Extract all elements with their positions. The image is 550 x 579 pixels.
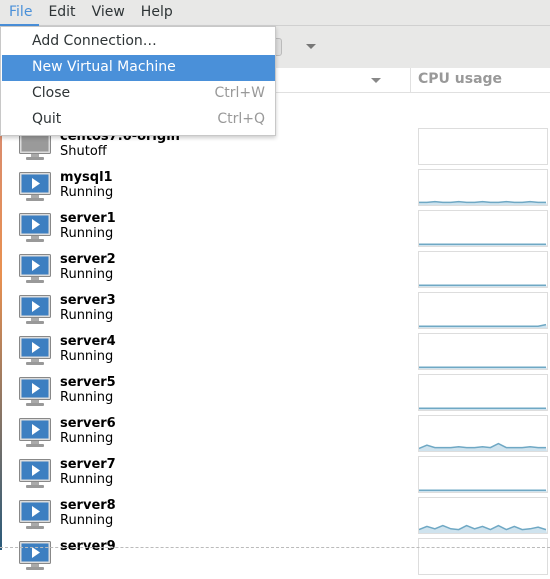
vm-status: Running xyxy=(60,472,114,487)
divider xyxy=(0,547,550,548)
vm-name: server7 xyxy=(60,457,116,472)
vm-name: mysql1 xyxy=(60,170,113,185)
vm-name: server5 xyxy=(60,375,116,390)
menubar: File Edit View Help xyxy=(0,0,550,26)
vm-status: Running xyxy=(60,267,114,282)
vm-row[interactable]: server3 Running xyxy=(0,292,550,333)
vm-running-icon xyxy=(19,459,51,488)
menu-item-add-connection[interactable]: Add Connection… xyxy=(2,29,275,55)
vm-running-icon xyxy=(19,541,51,570)
vm-name: server4 xyxy=(60,334,116,349)
vm-running-icon xyxy=(19,336,51,365)
shortcut-label: Ctrl+Q xyxy=(217,111,265,127)
vm-running-icon xyxy=(19,500,51,529)
menu-item-label: Add Connection… xyxy=(32,33,157,49)
vm-status: Running xyxy=(60,390,114,405)
menu-item-new-virtual-machine[interactable]: New Virtual Machine xyxy=(2,55,275,81)
menu-edit[interactable]: Edit xyxy=(39,0,82,26)
menu-file[interactable]: File xyxy=(0,0,40,26)
vm-status: Running xyxy=(60,349,114,364)
vm-running-icon xyxy=(19,172,51,201)
sort-arrow-icon[interactable] xyxy=(371,78,381,83)
cpu-usage-graph xyxy=(418,333,548,370)
vm-running-icon xyxy=(19,295,51,324)
cpu-usage-graph xyxy=(418,456,548,493)
cpu-line xyxy=(419,200,546,204)
vm-status: Running xyxy=(60,308,114,323)
vm-name: server1 xyxy=(60,211,116,226)
cpu-usage-graph xyxy=(418,497,548,534)
vm-status: Running xyxy=(60,226,114,241)
vm-row[interactable]: server5 Running xyxy=(0,374,550,415)
vm-name: server3 xyxy=(60,293,116,308)
dropdown-arrow-icon[interactable] xyxy=(306,44,316,49)
vm-running-icon xyxy=(19,377,51,406)
menu-item-label: New Virtual Machine xyxy=(32,59,176,75)
vm-row[interactable]: server7 Running xyxy=(0,456,550,497)
vm-row[interactable]: server1 Running xyxy=(0,210,550,251)
cpu-usage-graph xyxy=(418,374,548,411)
vm-name: server6 xyxy=(60,416,116,431)
menu-item-close[interactable]: Close Ctrl+W xyxy=(2,81,275,107)
shortcut-label: Ctrl+W xyxy=(214,85,265,101)
vm-row[interactable]: server9 xyxy=(0,538,550,579)
cpu-usage-graph xyxy=(418,538,548,575)
vm-row[interactable]: server6 Running xyxy=(0,415,550,456)
vm-name: server2 xyxy=(60,252,116,267)
cpu-usage-graph xyxy=(418,292,548,329)
vm-row[interactable]: server2 Running xyxy=(0,251,550,292)
vm-running-icon xyxy=(19,213,51,242)
cpu-usage-graph xyxy=(418,415,548,452)
menu-item-label: Quit xyxy=(32,111,62,127)
vm-status: Running xyxy=(60,185,114,200)
vm-row[interactable]: server8 Running xyxy=(0,497,550,538)
menu-help[interactable]: Help xyxy=(132,0,180,26)
menu-item-label: Close xyxy=(32,85,71,101)
menu-item-quit[interactable]: Quit Ctrl+Q xyxy=(2,107,275,133)
cpu-usage-graph xyxy=(418,251,548,288)
column-cpu-usage[interactable]: CPU usage xyxy=(410,68,502,93)
file-menu: Add Connection… New Virtual Machine Clos… xyxy=(0,26,276,136)
vm-row[interactable]: mysql1 Running xyxy=(0,169,550,210)
vm-running-icon xyxy=(19,254,51,283)
cpu-usage-graph xyxy=(418,128,548,165)
vm-status: Shutoff xyxy=(60,144,107,159)
vm-status: Running xyxy=(60,431,114,446)
vm-name: server8 xyxy=(60,498,116,513)
cpu-line xyxy=(419,323,547,327)
menu-view[interactable]: View xyxy=(83,0,132,26)
vm-running-icon xyxy=(19,418,51,447)
cpu-usage-graph xyxy=(418,210,548,247)
cpu-usage-graph xyxy=(418,169,548,206)
vm-status: Running xyxy=(60,513,114,528)
vm-row[interactable]: server4 Running xyxy=(0,333,550,374)
